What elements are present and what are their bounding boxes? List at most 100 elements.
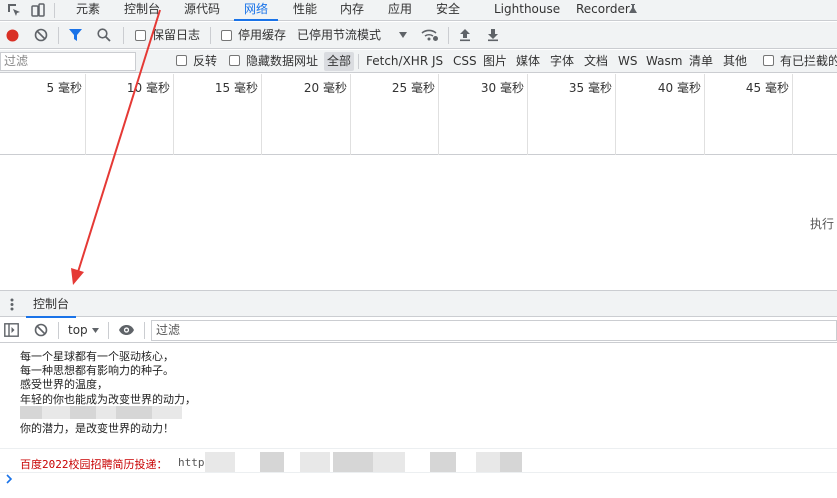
type-filter-wasm[interactable]: Wasm [646, 50, 682, 73]
tab-lighthouse[interactable]: Lighthouse [494, 0, 560, 21]
timeline-tick: 30 毫秒 [439, 74, 528, 155]
throttling-select[interactable]: 已停用节流模式 [297, 22, 381, 49]
redacted-block [70, 406, 96, 419]
drawer-header: 控制台 [0, 290, 837, 318]
type-filter-media[interactable]: 媒体 [516, 50, 540, 73]
tab-recorder[interactable]: Recorder [576, 0, 630, 21]
flask-icon [627, 3, 639, 15]
disable-cache-checkbox[interactable] [221, 30, 232, 41]
download-icon[interactable] [487, 28, 499, 42]
divider [210, 27, 211, 44]
tick-label: 5 毫秒 [46, 81, 82, 95]
network-request-area: 执行 [0, 156, 837, 289]
hide-data-urls-label: 隐藏数据网址 [246, 54, 319, 68]
dropdown-icon[interactable] [399, 32, 407, 38]
console-filter-input[interactable]: 过滤 [151, 320, 837, 341]
empty-state-hint: 执行 [810, 217, 835, 231]
redacted-block [20, 406, 42, 419]
type-filter-js[interactable]: JS [432, 50, 443, 73]
timeline-tick: 25 毫秒 [351, 74, 439, 155]
tick-label: 25 毫秒 [391, 81, 435, 95]
message-divider [0, 472, 837, 473]
invert-checkbox[interactable] [176, 55, 187, 66]
redacted-block [152, 406, 182, 419]
tick-label: 35 毫秒 [568, 81, 612, 95]
divider [358, 54, 359, 69]
type-filter-manifest[interactable]: 清单 [689, 50, 713, 73]
search-icon[interactable] [97, 28, 111, 42]
tab-network[interactable]: 网络 [234, 0, 279, 21]
tick-label: 20 毫秒 [303, 81, 347, 95]
network-filter-bar: 过滤 反转 隐藏数据网址 全部 Fetch/XHR JS CSS 图片 媒体 字… [0, 50, 837, 73]
tab-security[interactable]: 安全 [436, 0, 460, 21]
redacted-block [116, 406, 152, 419]
timeline-tick: 40 毫秒 [616, 74, 705, 155]
eye-icon[interactable] [118, 324, 135, 336]
tab-elements[interactable]: 元素 [76, 0, 100, 21]
timeline-tick: 5 毫秒 [0, 74, 86, 155]
tab-sources[interactable]: 源代码 [184, 0, 220, 21]
tick-label: 10 毫秒 [126, 81, 170, 95]
timeline-tick: 15 毫秒 [174, 74, 262, 155]
type-filter-doc[interactable]: 文档 [584, 50, 608, 73]
recruit-link[interactable]: http [178, 456, 205, 469]
redacted-block [96, 406, 116, 419]
drawer-menu-icon[interactable] [10, 298, 14, 311]
divider [448, 27, 449, 44]
network-filter-input[interactable]: 过滤 [0, 52, 136, 71]
tick-label: 30 毫秒 [480, 81, 524, 95]
tick-label: 15 毫秒 [214, 81, 258, 95]
chevron-down-icon[interactable] [92, 328, 99, 333]
preserve-log-label: 保留日志 [152, 28, 201, 42]
clear-console-icon[interactable] [34, 323, 48, 337]
type-filter-all[interactable]: 全部 [324, 52, 355, 71]
sidebar-toggle-icon[interactable] [4, 323, 19, 337]
tick-label: 40 毫秒 [657, 81, 701, 95]
type-filter-fetch-xhr[interactable]: Fetch/XHR [366, 50, 428, 73]
tab-performance[interactable]: 性能 [293, 0, 317, 21]
console-output: 每一个星球都有一个驱动核心， 每一种思想都有影响力的种子。 感受世界的温度， 年… [0, 344, 837, 498]
tab-console[interactable]: 控制台 [124, 0, 160, 21]
type-filter-font[interactable]: 字体 [550, 50, 574, 73]
redacted-block [373, 452, 405, 472]
blocked-requests-label: 有已拦截的 [780, 54, 837, 68]
divider [123, 27, 124, 44]
divider [58, 322, 59, 339]
console-prompt-icon[interactable] [6, 474, 13, 484]
type-filter-other[interactable]: 其他 [723, 50, 747, 73]
hide-data-urls-checkbox[interactable] [229, 55, 240, 66]
device-toggle-icon[interactable] [30, 2, 46, 18]
wifi-settings-icon[interactable] [421, 27, 439, 43]
clear-icon[interactable] [34, 28, 48, 42]
redacted-block [300, 452, 330, 472]
redacted-block [476, 452, 500, 472]
redacted-block [333, 452, 373, 472]
disable-cache-label: 停用缓存 [238, 28, 287, 42]
tab-application[interactable]: 应用 [388, 0, 412, 21]
type-filter-img[interactable]: 图片 [483, 50, 507, 73]
filter-icon[interactable] [68, 28, 83, 42]
timeline-tick: 10 毫秒 [86, 74, 174, 155]
network-toolbar: 保留日志 停用缓存 已停用节流模式 [0, 22, 837, 49]
context-select[interactable]: top [68, 318, 88, 343]
tab-memory[interactable]: 内存 [340, 0, 364, 21]
preserve-log-checkbox[interactable] [135, 30, 146, 41]
inspect-icon[interactable] [6, 2, 22, 18]
blocked-requests-checkbox[interactable] [763, 55, 774, 66]
redacted-block [205, 452, 235, 472]
divider [54, 3, 55, 18]
console-toolbar: top 过滤 [0, 318, 837, 343]
type-filter-ws[interactable]: WS [618, 50, 637, 73]
log-line: 你的潜力，是改变世界的动力！ [20, 422, 174, 435]
redacted-block [500, 452, 522, 472]
record-icon[interactable] [6, 29, 19, 42]
network-timeline-overview[interactable]: 5 毫秒 10 毫秒 15 毫秒 20 毫秒 25 毫秒 30 毫秒 35 毫秒… [0, 74, 837, 155]
upload-icon[interactable] [459, 28, 471, 42]
redacted-block [42, 406, 70, 419]
log-line: 年轻的你也能成为改变世界的动力， [20, 393, 196, 406]
tick-label: 45 毫秒 [745, 81, 789, 95]
redacted-block [430, 452, 456, 472]
type-filter-css[interactable]: CSS [453, 50, 477, 73]
drawer-tab-console[interactable]: 控制台 [26, 291, 77, 318]
timeline-tick: 20 毫秒 [262, 74, 351, 155]
